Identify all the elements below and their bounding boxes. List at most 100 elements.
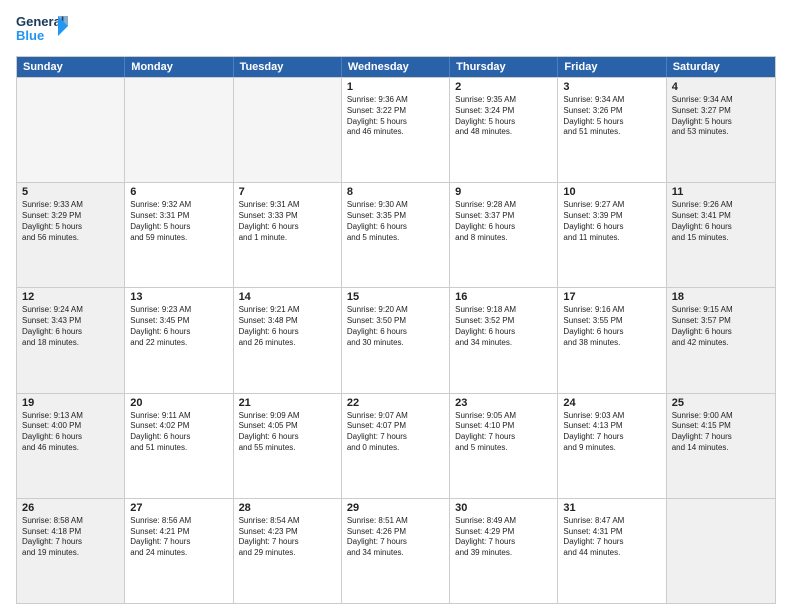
day-number: 18 xyxy=(672,291,770,303)
header: General Blue xyxy=(16,12,776,48)
day-number: 8 xyxy=(347,186,444,198)
day-number: 17 xyxy=(563,291,660,303)
day-info: Sunrise: 9:03 AM Sunset: 4:13 PM Dayligh… xyxy=(563,411,660,454)
header-cell-monday: Monday xyxy=(125,57,233,77)
day-info: Sunrise: 8:58 AM Sunset: 4:18 PM Dayligh… xyxy=(22,516,119,559)
day-cell-30: 30 Sunrise: 8:49 AM Sunset: 4:29 PM Dayli… xyxy=(450,499,558,603)
day-cell-27: 27 Sunrise: 8:56 AM Sunset: 4:21 PM Dayli… xyxy=(125,499,233,603)
day-cell-11: 11 Sunrise: 9:26 AM Sunset: 3:41 PM Dayli… xyxy=(667,183,775,287)
calendar-body: 1 Sunrise: 9:36 AM Sunset: 3:22 PM Daylig… xyxy=(17,77,775,603)
day-info: Sunrise: 9:32 AM Sunset: 3:31 PM Dayligh… xyxy=(130,200,227,243)
day-number: 26 xyxy=(22,502,119,514)
day-info: Sunrise: 9:27 AM Sunset: 3:39 PM Dayligh… xyxy=(563,200,660,243)
day-number: 9 xyxy=(455,186,552,198)
day-number: 27 xyxy=(130,502,227,514)
day-number: 24 xyxy=(563,397,660,409)
day-info: Sunrise: 9:15 AM Sunset: 3:57 PM Dayligh… xyxy=(672,305,770,348)
day-cell-8: 8 Sunrise: 9:30 AM Sunset: 3:35 PM Daylig… xyxy=(342,183,450,287)
calendar: SundayMondayTuesdayWednesdayThursdayFrid… xyxy=(16,56,776,604)
day-number: 22 xyxy=(347,397,444,409)
day-info: Sunrise: 8:49 AM Sunset: 4:29 PM Dayligh… xyxy=(455,516,552,559)
day-info: Sunrise: 9:36 AM Sunset: 3:22 PM Dayligh… xyxy=(347,95,444,138)
day-info: Sunrise: 8:51 AM Sunset: 4:26 PM Dayligh… xyxy=(347,516,444,559)
day-number: 25 xyxy=(672,397,770,409)
day-info: Sunrise: 8:54 AM Sunset: 4:23 PM Dayligh… xyxy=(239,516,336,559)
empty-cell-r0c0 xyxy=(17,78,125,182)
day-info: Sunrise: 9:23 AM Sunset: 3:45 PM Dayligh… xyxy=(130,305,227,348)
day-cell-24: 24 Sunrise: 9:03 AM Sunset: 4:13 PM Dayli… xyxy=(558,394,666,498)
day-number: 20 xyxy=(130,397,227,409)
empty-cell-r0c2 xyxy=(234,78,342,182)
day-number: 4 xyxy=(672,81,770,93)
day-info: Sunrise: 8:47 AM Sunset: 4:31 PM Dayligh… xyxy=(563,516,660,559)
day-number: 30 xyxy=(455,502,552,514)
day-cell-15: 15 Sunrise: 9:20 AM Sunset: 3:50 PM Dayli… xyxy=(342,288,450,392)
calendar-header: SundayMondayTuesdayWednesdayThursdayFrid… xyxy=(17,57,775,77)
day-number: 21 xyxy=(239,397,336,409)
calendar-row-2: 5Sunrise: 9:33 AM Sunset: 3:29 PM Daylig… xyxy=(17,182,775,287)
day-info: Sunrise: 9:34 AM Sunset: 3:26 PM Dayligh… xyxy=(563,95,660,138)
day-info: Sunrise: 9:09 AM Sunset: 4:05 PM Dayligh… xyxy=(239,411,336,454)
calendar-row-4: 19Sunrise: 9:13 AM Sunset: 4:00 PM Dayli… xyxy=(17,393,775,498)
calendar-row-3: 12 Sunrise: 9:24 AM Sunset: 3:43 PM Dayli… xyxy=(17,287,775,392)
day-cell-17: 17 Sunrise: 9:16 AM Sunset: 3:55 PM Dayli… xyxy=(558,288,666,392)
day-info: Sunrise: 9:31 AM Sunset: 3:33 PM Dayligh… xyxy=(239,200,336,243)
day-cell-13: 13Sunrise: 9:23 AM Sunset: 3:45 PM Dayli… xyxy=(125,288,233,392)
day-info: Sunrise: 9:21 AM Sunset: 3:48 PM Dayligh… xyxy=(239,305,336,348)
day-number: 19 xyxy=(22,397,119,409)
day-info: Sunrise: 9:05 AM Sunset: 4:10 PM Dayligh… xyxy=(455,411,552,454)
day-cell-2: 2Sunrise: 9:35 AM Sunset: 3:24 PM Daylig… xyxy=(450,78,558,182)
logo: General Blue xyxy=(16,12,68,48)
day-number: 28 xyxy=(239,502,336,514)
calendar-row-1: 1 Sunrise: 9:36 AM Sunset: 3:22 PM Daylig… xyxy=(17,77,775,182)
day-info: Sunrise: 9:18 AM Sunset: 3:52 PM Dayligh… xyxy=(455,305,552,348)
day-cell-9: 9 Sunrise: 9:28 AM Sunset: 3:37 PM Daylig… xyxy=(450,183,558,287)
day-number: 11 xyxy=(672,186,770,198)
header-cell-saturday: Saturday xyxy=(667,57,775,77)
day-info: Sunrise: 9:26 AM Sunset: 3:41 PM Dayligh… xyxy=(672,200,770,243)
day-number: 10 xyxy=(563,186,660,198)
day-cell-28: 28 Sunrise: 8:54 AM Sunset: 4:23 PM Dayli… xyxy=(234,499,342,603)
header-cell-thursday: Thursday xyxy=(450,57,558,77)
day-info: Sunrise: 9:33 AM Sunset: 3:29 PM Dayligh… xyxy=(22,200,119,243)
day-number: 12 xyxy=(22,291,119,303)
day-number: 16 xyxy=(455,291,552,303)
day-number: 15 xyxy=(347,291,444,303)
calendar-row-5: 26 Sunrise: 8:58 AM Sunset: 4:18 PM Dayli… xyxy=(17,498,775,603)
day-cell-6: 6Sunrise: 9:32 AM Sunset: 3:31 PM Daylig… xyxy=(125,183,233,287)
day-number: 23 xyxy=(455,397,552,409)
day-info: Sunrise: 9:16 AM Sunset: 3:55 PM Dayligh… xyxy=(563,305,660,348)
day-cell-20: 20 Sunrise: 9:11 AM Sunset: 4:02 PM Dayli… xyxy=(125,394,233,498)
day-cell-14: 14Sunrise: 9:21 AM Sunset: 3:48 PM Dayli… xyxy=(234,288,342,392)
day-number: 3 xyxy=(563,81,660,93)
day-info: Sunrise: 8:56 AM Sunset: 4:21 PM Dayligh… xyxy=(130,516,227,559)
empty-cell-r0c1 xyxy=(125,78,233,182)
day-info: Sunrise: 9:30 AM Sunset: 3:35 PM Dayligh… xyxy=(347,200,444,243)
day-cell-21: 21 Sunrise: 9:09 AM Sunset: 4:05 PM Dayli… xyxy=(234,394,342,498)
day-info: Sunrise: 9:20 AM Sunset: 3:50 PM Dayligh… xyxy=(347,305,444,348)
day-cell-4: 4 Sunrise: 9:34 AM Sunset: 3:27 PM Daylig… xyxy=(667,78,775,182)
day-info: Sunrise: 9:28 AM Sunset: 3:37 PM Dayligh… xyxy=(455,200,552,243)
day-info: Sunrise: 9:00 AM Sunset: 4:15 PM Dayligh… xyxy=(672,411,770,454)
logo-svg: General Blue xyxy=(16,12,68,48)
day-cell-31: 31Sunrise: 8:47 AM Sunset: 4:31 PM Dayli… xyxy=(558,499,666,603)
day-info: Sunrise: 9:07 AM Sunset: 4:07 PM Dayligh… xyxy=(347,411,444,454)
header-cell-wednesday: Wednesday xyxy=(342,57,450,77)
day-cell-7: 7Sunrise: 9:31 AM Sunset: 3:33 PM Daylig… xyxy=(234,183,342,287)
day-info: Sunrise: 9:24 AM Sunset: 3:43 PM Dayligh… xyxy=(22,305,119,348)
day-number: 1 xyxy=(347,81,444,93)
day-cell-3: 3 Sunrise: 9:34 AM Sunset: 3:26 PM Daylig… xyxy=(558,78,666,182)
header-cell-sunday: Sunday xyxy=(17,57,125,77)
day-info: Sunrise: 9:11 AM Sunset: 4:02 PM Dayligh… xyxy=(130,411,227,454)
day-cell-26: 26 Sunrise: 8:58 AM Sunset: 4:18 PM Dayli… xyxy=(17,499,125,603)
day-cell-5: 5Sunrise: 9:33 AM Sunset: 3:29 PM Daylig… xyxy=(17,183,125,287)
day-info: Sunrise: 9:34 AM Sunset: 3:27 PM Dayligh… xyxy=(672,95,770,138)
svg-text:Blue: Blue xyxy=(16,28,44,43)
header-cell-friday: Friday xyxy=(558,57,666,77)
day-cell-22: 22 Sunrise: 9:07 AM Sunset: 4:07 PM Dayli… xyxy=(342,394,450,498)
day-number: 29 xyxy=(347,502,444,514)
day-cell-25: 25 Sunrise: 9:00 AM Sunset: 4:15 PM Dayli… xyxy=(667,394,775,498)
day-cell-12: 12 Sunrise: 9:24 AM Sunset: 3:43 PM Dayli… xyxy=(17,288,125,392)
empty-cell-r4c6 xyxy=(667,499,775,603)
day-cell-29: 29 Sunrise: 8:51 AM Sunset: 4:26 PM Dayli… xyxy=(342,499,450,603)
